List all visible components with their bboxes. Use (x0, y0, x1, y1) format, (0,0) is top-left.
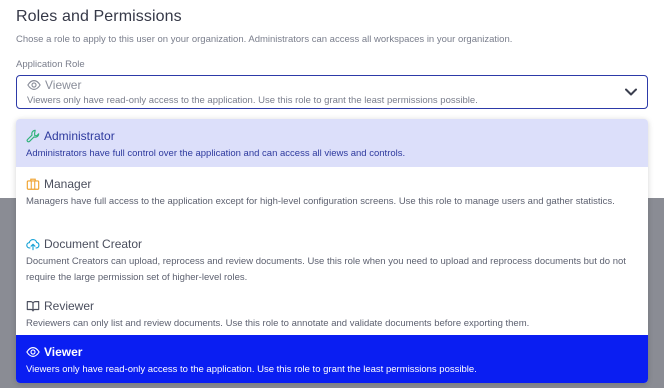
role-option-title: Reviewer (44, 299, 95, 313)
role-option-description: Managers have full access to the applica… (26, 196, 615, 207)
role-option-description: Viewers only have read-only access to th… (26, 364, 477, 375)
role-option-viewer[interactable]: Viewer Viewers only have read-only acces… (16, 335, 648, 383)
selected-role: Viewer (27, 78, 81, 92)
role-option-reviewer[interactable]: Reviewer Reviewers can only list and rev… (16, 289, 648, 335)
selected-role-title: Viewer (45, 78, 82, 92)
selected-role-description: Viewers only have read-only access to th… (27, 95, 478, 106)
application-role-label: Application Role (16, 59, 85, 70)
cloud-upload-icon (26, 239, 40, 251)
eye-icon (27, 80, 41, 90)
role-option-description: Administrators have full control over th… (26, 148, 406, 159)
role-dropdown-menu: Administrator Administrators have full c… (16, 119, 648, 383)
eye-icon (26, 347, 40, 357)
book-open-icon (26, 301, 40, 312)
briefcase-icon (26, 178, 40, 190)
role-option-title: Document Creator (44, 237, 143, 251)
section-title: Roles and Permissions (16, 8, 182, 25)
role-option-title: Administrator (44, 129, 115, 143)
role-option-title: Manager (44, 177, 92, 191)
application-role-select[interactable]: Viewer Viewers only have read-only acces… (16, 75, 648, 109)
wrench-icon (26, 129, 40, 143)
role-option-document-creator[interactable]: Document Creator Document Creators can u… (16, 227, 648, 289)
role-option-description: Reviewers can only list and review docum… (26, 318, 530, 329)
role-option-description: Document Creators can upload, reprocess … (26, 256, 626, 283)
section-description: Chose a role to apply to this user on yo… (16, 34, 513, 45)
role-option-administrator[interactable]: Administrator Administrators have full c… (16, 119, 648, 167)
chevron-down-icon (625, 88, 637, 96)
role-option-manager[interactable]: Manager Managers have full access to the… (16, 167, 648, 227)
role-option-title: Viewer (44, 345, 83, 359)
